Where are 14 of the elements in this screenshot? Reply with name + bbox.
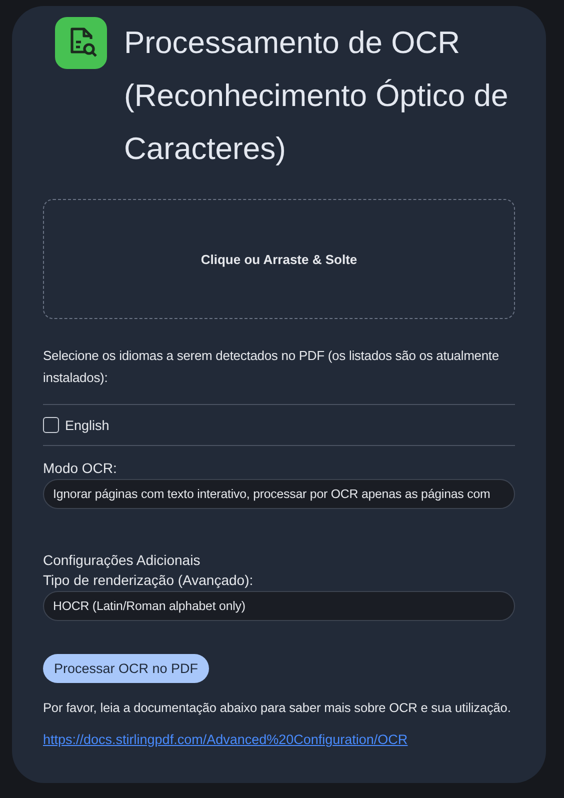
- ocr-mode-select[interactable]: Ignorar páginas com texto interativo, processar por OCR apenas as páginas com: [43, 479, 515, 509]
- checkbox[interactable]: [43, 417, 59, 433]
- documentation-note: Por favor, leia a documentação abaixo para saber mais sobre OCR e sua utilização.: [43, 699, 512, 717]
- documentation-link[interactable]: https://docs.stirlingpdf.com/Advanced%20Configuration/OCR: [43, 732, 408, 747]
- section-heading: Configurações Adicionais: [43, 552, 202, 568]
- document-search-icon: [55, 17, 107, 69]
- languages-label: Selecione os idiomas a serem detectados no PDF (os listados são os atualmente instalados):: [43, 347, 500, 387]
- ocr-mode-label: Modo OCR:: [43, 460, 118, 476]
- render-type-select[interactable]: HOCR (Latin/Roman alphabet only): [43, 591, 515, 621]
- checkbox-label: English: [65, 418, 110, 432]
- render-type-label: Tipo de renderização (Avançado):: [43, 572, 254, 588]
- drop-zone[interactable]: Clique ou Arraste & Solte: [43, 199, 515, 319]
- page-title: Processamento de OCR (Reconhecimento Óptico de Caracteres): [124, 24, 510, 168]
- process-ocr-button[interactable]: Processar OCR no PDF: [43, 654, 210, 683]
